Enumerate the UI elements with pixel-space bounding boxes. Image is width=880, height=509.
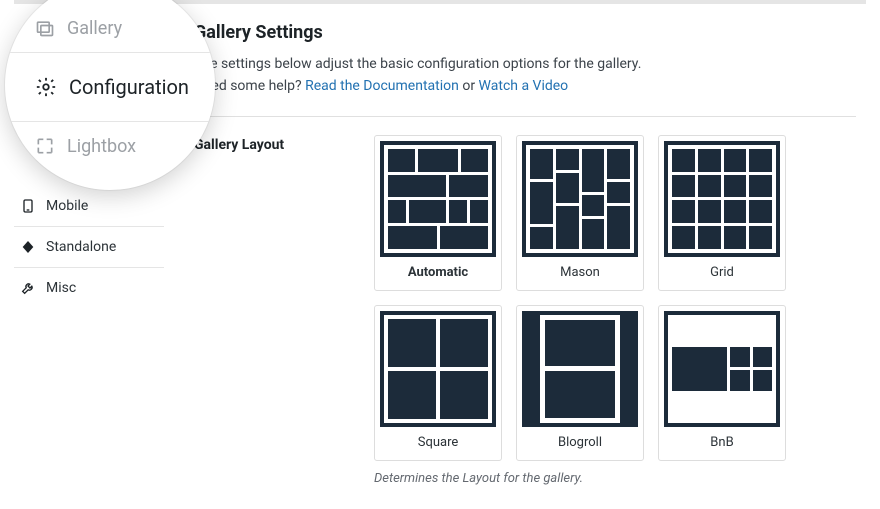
sidebar-item-mobile[interactable]: Mobile: [14, 186, 164, 227]
layout-option-mason[interactable]: Mason: [516, 135, 644, 291]
layout-name: Mason: [517, 257, 643, 290]
mason-thumb: [522, 141, 638, 257]
mag-label: Gallery: [67, 18, 122, 39]
layout-option-square[interactable]: Square: [374, 305, 502, 461]
gear-icon: [35, 76, 57, 98]
expand-icon: [35, 136, 55, 156]
sidebar-item-label: Standalone: [46, 239, 116, 255]
layout-name: Blogroll: [517, 427, 643, 460]
bnb-thumb: [664, 311, 780, 427]
mobile-icon: [20, 198, 36, 214]
description-line-1: The settings below adjust the basic conf…: [194, 53, 856, 75]
mag-label: Configuration: [69, 75, 189, 99]
wrench-icon: [20, 280, 36, 296]
diamond-icon: [20, 239, 36, 255]
mag-label: Lightbox: [67, 136, 136, 157]
images-icon: [35, 18, 55, 38]
layout-column: Automatic Mason: [374, 135, 786, 486]
main-content: Gallery Settings The settings below adju…: [164, 4, 866, 486]
docs-link[interactable]: Read the Documentation: [305, 78, 459, 94]
layout-option-blogroll[interactable]: Blogroll: [516, 305, 644, 461]
mag-item-configuration[interactable]: Configuration: [5, 52, 215, 122]
mag-item-lightbox[interactable]: Lightbox: [5, 122, 215, 170]
sidebar-item-label: Mobile: [46, 198, 88, 214]
layout-option-automatic[interactable]: Automatic: [374, 135, 502, 291]
square-thumb: [380, 311, 496, 427]
mag-item-gallery[interactable]: Gallery: [5, 4, 215, 52]
layout-section: Gallery Layout Automatic: [194, 135, 856, 486]
sidebar-item-label: Misc: [46, 280, 76, 296]
automatic-thumb: [380, 141, 496, 257]
description-line-2: Need some help? Read the Documentation o…: [194, 75, 856, 97]
layout-name: Automatic: [375, 257, 501, 290]
magnifier-overlay: Gallery Configuration Lightbox: [5, 0, 215, 190]
video-link[interactable]: Watch a Video: [479, 78, 569, 94]
blogroll-thumb: [522, 311, 638, 427]
help-or: or: [459, 78, 479, 94]
layout-option-grid[interactable]: Grid: [658, 135, 786, 291]
divider: [194, 116, 856, 117]
layout-grid: Automatic Mason: [374, 135, 786, 461]
layout-label: Gallery Layout: [194, 135, 354, 486]
layout-option-bnb[interactable]: BnB: [658, 305, 786, 461]
grid-thumb: [664, 141, 780, 257]
sidebar-item-standalone[interactable]: Standalone: [14, 227, 164, 268]
layout-name: BnB: [659, 427, 785, 460]
layout-name: Grid: [659, 257, 785, 290]
layout-helper: Determines the Layout for the gallery.: [374, 471, 786, 486]
sidebar-item-misc[interactable]: Misc: [14, 268, 164, 308]
page-title: Gallery Settings: [194, 22, 856, 43]
layout-name: Square: [375, 427, 501, 460]
